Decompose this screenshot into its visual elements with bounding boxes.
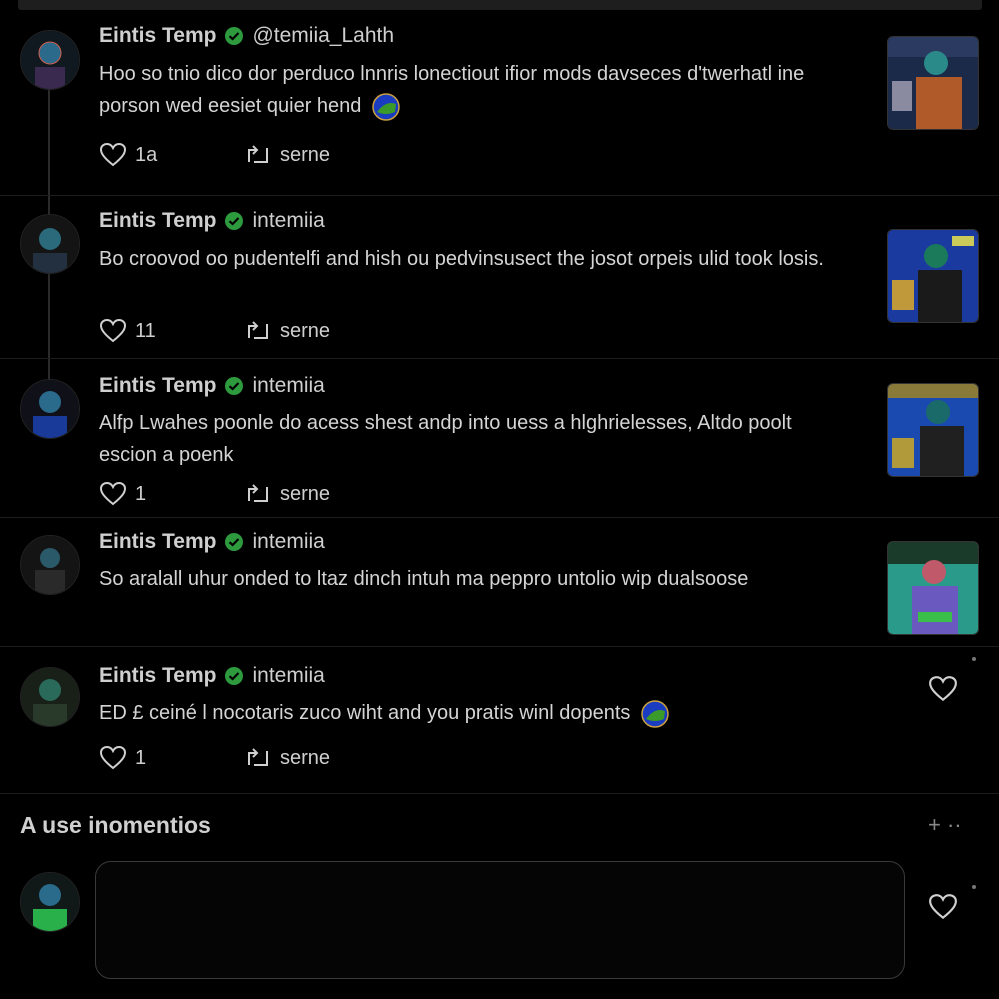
- like-button[interactable]: 11: [99, 318, 244, 344]
- post-text: So aralall uhur onded to ltaz dinch intu…: [99, 563, 849, 595]
- author-handle[interactable]: intemiia: [252, 374, 324, 398]
- verified-badge-icon: [225, 377, 244, 395]
- author-name[interactable]: Eintis Temp: [99, 374, 216, 398]
- author-handle[interactable]: intemiia: [252, 664, 324, 688]
- author-name[interactable]: Eintis Temp: [99, 664, 216, 688]
- repost-icon: [248, 145, 268, 163]
- post-actions: 1 serne: [99, 745, 330, 771]
- reply-input[interactable]: [95, 861, 905, 979]
- verified-badge-icon: [225, 533, 244, 551]
- post-body: Hoo so tnio dico dor perduco lnnris lone…: [99, 63, 805, 117]
- post-text: Alfp Lwahes poonle do acess shest andp i…: [99, 407, 849, 471]
- avatar[interactable]: [20, 214, 80, 274]
- more-dot: [972, 885, 976, 889]
- verified-badge-icon: [225, 27, 244, 45]
- post-text: Bo croovod oo pudentelfi and hish ou ped…: [99, 243, 849, 275]
- top-bar: [18, 0, 982, 10]
- author-handle[interactable]: intemiia: [252, 209, 324, 233]
- like-count: 11: [135, 319, 156, 342]
- post-header: Eintis Temp intemiia: [99, 209, 325, 233]
- author-name[interactable]: Eintis Temp: [99, 24, 216, 48]
- post-body: So aralall uhur onded to ltaz dinch intu…: [99, 568, 749, 590]
- like-count: 1: [135, 746, 147, 769]
- like-button[interactable]: 1a: [99, 142, 244, 168]
- heart-icon: [99, 745, 127, 770]
- repost-icon: [248, 321, 268, 339]
- avatar[interactable]: [20, 379, 80, 439]
- avatar[interactable]: [20, 30, 80, 90]
- more-dot: [972, 657, 976, 661]
- post-actions: 11 serne: [99, 318, 330, 344]
- verified-badge-icon: [225, 667, 244, 685]
- post-header: Eintis Temp intemiia: [99, 374, 325, 398]
- like-count: 1: [135, 482, 147, 505]
- post-thumbnail[interactable]: [887, 229, 979, 323]
- post-body: Bo croovod oo pudentelfi and hish ou ped…: [99, 248, 824, 270]
- post[interactable]: Eintis Temp intemiia So aralall uhur ond…: [0, 518, 999, 647]
- post[interactable]: Eintis Temp @temiia_Lahth Hoo so tnio di…: [0, 10, 999, 196]
- author-handle[interactable]: @temiia_Lahth: [252, 24, 394, 48]
- repost-icon: [248, 484, 268, 502]
- share-button[interactable]: serne: [244, 318, 330, 344]
- share-button[interactable]: serne: [244, 745, 330, 771]
- repost-icon: [248, 748, 268, 766]
- post-text: ED £ ceiné l nocotaris zuco wiht and you…: [99, 697, 849, 729]
- globe-icon: [372, 92, 400, 121]
- post-body: ED £ ceiné l nocotaris zuco wiht and you…: [99, 702, 631, 724]
- like-button[interactable]: 1: [99, 745, 244, 771]
- heart-icon[interactable]: [928, 675, 958, 703]
- post-text: Hoo so tnio dico dor perduco lnnris lone…: [99, 58, 849, 122]
- heart-icon: [99, 142, 127, 167]
- post-actions: 1a serne: [99, 142, 330, 168]
- post-thumbnail[interactable]: [887, 36, 979, 130]
- heart-icon[interactable]: [928, 893, 958, 921]
- post-actions: 1 serne: [99, 481, 330, 507]
- share-button[interactable]: serne: [244, 142, 330, 168]
- post-header: Eintis Temp intemiia: [99, 664, 325, 688]
- post-body: Alfp Lwahes poonle do acess shest andp i…: [99, 412, 792, 466]
- like-button[interactable]: 1: [99, 481, 244, 507]
- verified-badge-icon: [225, 212, 244, 230]
- share-label: serne: [280, 746, 331, 769]
- post-thumbnail[interactable]: [887, 541, 979, 635]
- share-button[interactable]: serne: [244, 481, 330, 507]
- post[interactable]: Eintis Temp intemiia ED £ ceiné l nocota…: [0, 647, 999, 794]
- avatar[interactable]: [20, 667, 80, 727]
- post-thumbnail[interactable]: [887, 383, 979, 477]
- avatar[interactable]: [20, 872, 80, 932]
- share-label: serne: [280, 143, 331, 166]
- post[interactable]: Eintis Temp intemiia Alfp Lwahes poonle …: [0, 359, 999, 518]
- share-label: serne: [280, 482, 331, 505]
- feed: Eintis Temp @temiia_Lahth Hoo so tnio di…: [0, 10, 999, 794]
- heart-icon: [99, 318, 127, 343]
- globe-icon: [641, 699, 669, 728]
- post-header: Eintis Temp intemiia: [99, 530, 325, 554]
- post-header: Eintis Temp @temiia_Lahth: [99, 24, 394, 48]
- author-name[interactable]: Eintis Temp: [99, 530, 216, 554]
- heart-icon: [99, 481, 127, 506]
- post[interactable]: Eintis Temp intemiia Bo croovod oo puden…: [0, 196, 999, 359]
- like-count: 1a: [135, 143, 158, 166]
- author-name[interactable]: Eintis Temp: [99, 209, 216, 233]
- section-title: A use inomentios: [20, 812, 211, 838]
- avatar[interactable]: [20, 535, 80, 595]
- author-handle[interactable]: intemiia: [252, 530, 324, 554]
- section-actions[interactable]: + ··: [928, 812, 962, 838]
- share-label: serne: [280, 319, 331, 342]
